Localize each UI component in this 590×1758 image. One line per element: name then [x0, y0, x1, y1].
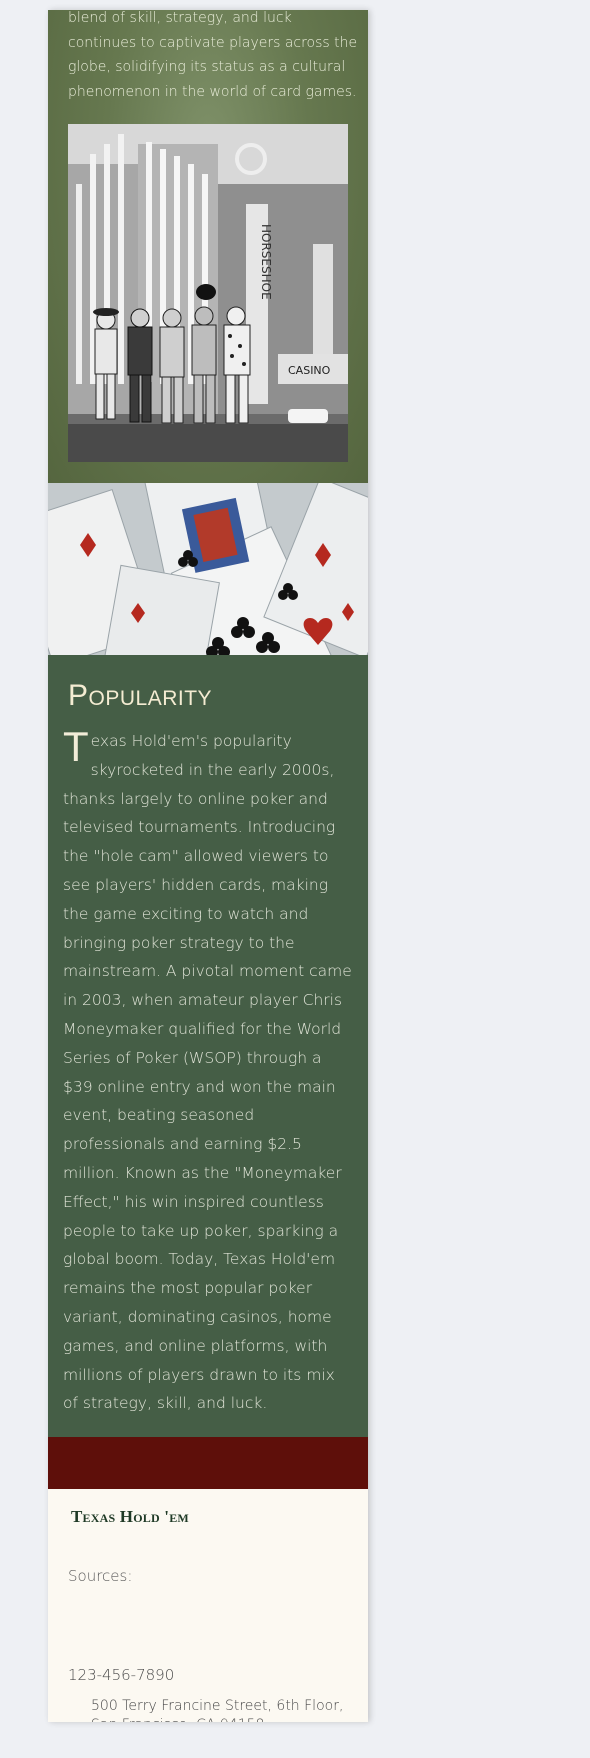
casino-photo-illustration: HORSESHOE CASINO	[68, 124, 348, 462]
footer-brand[interactable]: Texas Hold 'em	[71, 1507, 189, 1527]
divider-band	[48, 1437, 368, 1489]
popularity-paragraph: Texas Hold'em's popularity skyrocketed i…	[63, 723, 353, 1418]
intro-paragraph: blend of skill, strategy, and luck conti…	[68, 10, 358, 100]
intro-section: blend of skill, strategy, and luck conti…	[48, 10, 368, 483]
playing-cards-illustration	[48, 483, 368, 655]
popularity-body-text: exas Hold'em's popularity skyrocketed in…	[63, 732, 352, 1413]
sources-label: Sources:	[68, 1567, 133, 1585]
playing-cards-image	[48, 483, 368, 655]
vintage-casino-photo: HORSESHOE CASINO	[68, 124, 348, 462]
page-column: blend of skill, strategy, and luck conti…	[48, 10, 368, 1722]
street-address: 500 Terry Francine Street, 6th Floor, Sa…	[91, 1698, 344, 1722]
casino-sign: CASINO	[288, 364, 331, 377]
phone-number[interactable]: 123-456-7890	[68, 1666, 174, 1684]
section-title: Popularity	[68, 679, 213, 712]
horseshoe-sign: HORSESHOE	[259, 224, 273, 300]
site-footer: Texas Hold 'em Sources: 123-456-7890 500…	[48, 1489, 368, 1722]
popularity-section: Popularity Texas Hold'em's popularity sk…	[48, 655, 368, 1437]
drop-cap: T	[63, 723, 89, 770]
